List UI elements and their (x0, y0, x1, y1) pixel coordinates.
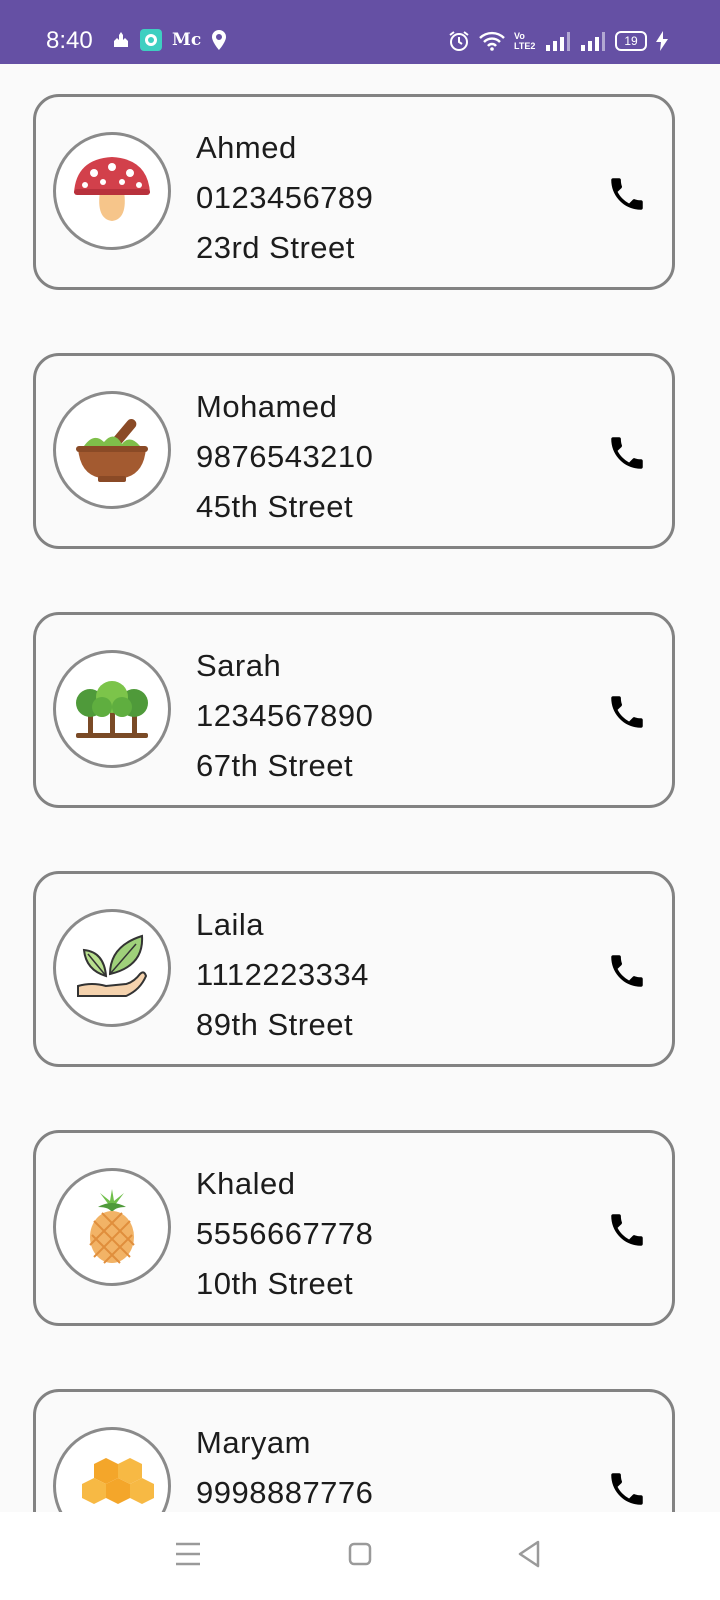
phone-icon[interactable] (606, 1468, 648, 1510)
pineapple-icon (89, 1189, 135, 1264)
avatar (53, 909, 171, 1027)
contact-card[interactable]: Mohamed 9876543210 45th Street (33, 353, 675, 549)
avatar (53, 1427, 171, 1512)
status-bar: 8:40 Mc Vo LTE2 19 (0, 0, 720, 64)
phone-icon[interactable] (606, 691, 648, 733)
contact-card[interactable]: Khaled 5556667778 10th Street (33, 1130, 675, 1326)
contact-info: Mohamed 9876543210 45th Street (196, 382, 373, 532)
mushroom-icon (74, 157, 150, 221)
contact-phone: 9876543210 (196, 439, 374, 474)
phone-icon[interactable] (606, 173, 648, 215)
home-icon[interactable] (340, 1534, 380, 1574)
mortar-pestle-icon (76, 419, 148, 482)
contact-info: Ahmed 0123456789 23rd Street (196, 123, 373, 273)
volte-icon: Vo LTE2 (514, 31, 536, 51)
contact-info: Laila 1112223334 89th Street (196, 900, 369, 1050)
avatar (53, 391, 171, 509)
contact-address: 89th Street (196, 1007, 354, 1042)
signal-icon (581, 32, 605, 51)
contact-address: 45th Street (196, 489, 354, 524)
phone-icon[interactable] (606, 1209, 648, 1251)
contact-address: 23rd Street (196, 230, 355, 265)
contact-name: Khaled (196, 1166, 296, 1201)
contact-info: Sarah 1234567890 67th Street (196, 641, 373, 791)
battery-icon: 19 (615, 31, 647, 51)
contact-address: 10th Street (196, 1266, 354, 1301)
alarm-icon (449, 31, 469, 51)
contact-card[interactable]: Maryam 9998887776 (33, 1389, 675, 1512)
contact-phone: 9998887776 (196, 1475, 374, 1510)
contact-list[interactable]: Ahmed 0123456789 23rd Street Mohamed 987… (0, 64, 720, 1512)
hand-leaves-icon (77, 934, 148, 997)
phone-icon[interactable] (606, 432, 648, 474)
wifi-icon (479, 31, 505, 51)
avatar (53, 132, 171, 250)
honeycomb-icon (82, 1458, 154, 1504)
contact-name: Ahmed (196, 130, 297, 165)
contact-address: 67th Street (196, 748, 354, 783)
menu-icon[interactable] (168, 1534, 208, 1574)
location-icon (212, 30, 227, 50)
prayer-icon (114, 32, 128, 47)
contact-info: Maryam 9998887776 (196, 1418, 373, 1512)
contact-phone: 1234567890 (196, 698, 374, 733)
contact-phone: 0123456789 (196, 180, 374, 215)
avatar (53, 650, 171, 768)
status-time: 8:40 (46, 27, 93, 54)
contact-phone: 1112223334 (196, 957, 369, 992)
contact-card[interactable]: Sarah 1234567890 67th Street (33, 612, 675, 808)
contact-name: Maryam (196, 1425, 311, 1460)
system-icons: Vo LTE2 19 (448, 30, 668, 52)
back-icon[interactable] (510, 1534, 550, 1574)
avatar (53, 1168, 171, 1286)
signal-icon (546, 32, 570, 51)
messenger-icon: Mc (172, 30, 202, 50)
contact-info: Khaled 5556667778 10th Street (196, 1159, 373, 1309)
contact-name: Mohamed (196, 389, 338, 424)
contact-phone: 5556667778 (196, 1216, 374, 1251)
contact-card[interactable]: Laila 1112223334 89th Street (33, 871, 675, 1067)
contact-name: Laila (196, 907, 264, 942)
trees-icon (76, 681, 148, 738)
contact-name: Sarah (196, 648, 282, 683)
phone-icon[interactable] (606, 950, 648, 992)
charging-icon (656, 31, 668, 51)
battery-level: 19 (624, 34, 638, 48)
notification-icons: Mc (112, 29, 227, 51)
contact-card[interactable]: Ahmed 0123456789 23rd Street (33, 94, 675, 290)
navigation-bar (0, 1512, 720, 1600)
chat-app-icon (140, 29, 162, 51)
